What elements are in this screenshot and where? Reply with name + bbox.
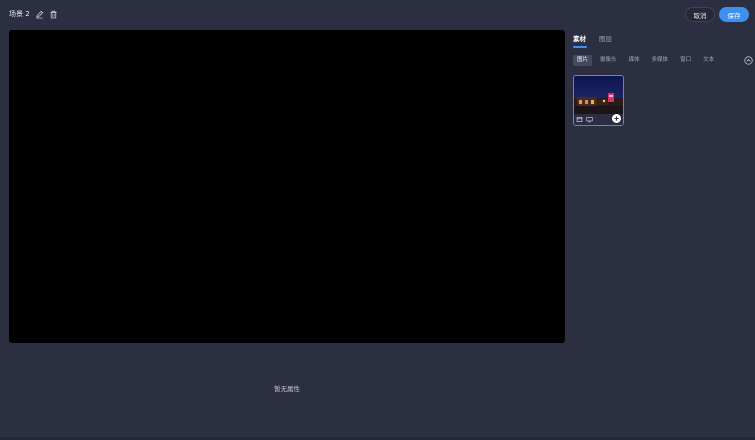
category-tab-window[interactable]: 窗口 — [676, 55, 695, 66]
category-tab-text[interactable]: 文本 — [699, 55, 718, 66]
properties-panel: 暂无属性 — [9, 343, 565, 433]
category-tab-multimedia[interactable]: 多媒体 — [648, 55, 673, 66]
category-tabs: 图片 摄像头 媒体 多媒体 窗口 文本 — [573, 55, 755, 66]
category-tab-media[interactable]: 媒体 — [625, 55, 644, 66]
category-tab-image[interactable]: 图片 — [573, 55, 593, 66]
delete-icon[interactable] — [49, 10, 58, 19]
chevron-up-icon[interactable] — [744, 55, 753, 66]
tab-materials[interactable]: 素材 — [573, 33, 587, 48]
scene-name: 场景 2 — [9, 10, 30, 18]
category-tab-camera[interactable]: 摄像头 — [596, 55, 621, 66]
material-thumbnail[interactable] — [573, 75, 624, 126]
crop-icon[interactable] — [576, 116, 583, 123]
tab-layers[interactable]: 图层 — [599, 33, 612, 48]
save-button[interactable]: 保存 — [719, 7, 749, 22]
cancel-button[interactable]: 取消 — [685, 7, 715, 22]
sidebar-tabs: 素材 图层 — [573, 33, 612, 48]
scene-title: 场景 2 — [9, 9, 58, 19]
empty-properties-text: 暂无属性 — [274, 385, 300, 393]
add-icon[interactable] — [612, 114, 621, 123]
material-sidebar: 素材 图层 图片 摄像头 媒体 多媒体 窗口 文本 — [573, 30, 755, 430]
edit-icon[interactable] — [35, 10, 44, 19]
screen-icon[interactable] — [586, 116, 593, 123]
thumbnail-image — [574, 76, 623, 114]
preview-canvas[interactable] — [9, 30, 565, 343]
top-bar: 场景 2 取消 保存 — [0, 0, 755, 30]
